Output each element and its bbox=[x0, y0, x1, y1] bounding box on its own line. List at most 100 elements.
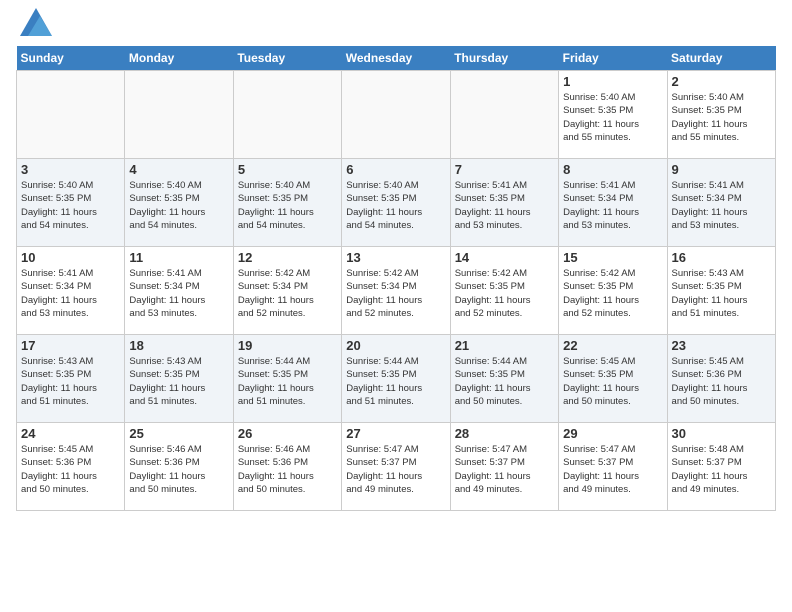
day-number: 11 bbox=[129, 250, 228, 265]
day-number: 1 bbox=[563, 74, 662, 89]
day-info: Sunrise: 5:45 AM Sunset: 5:36 PM Dayligh… bbox=[21, 443, 120, 496]
calendar-cell: 1 Sunrise: 5:40 AM Sunset: 5:35 PM Daylig… bbox=[559, 71, 667, 159]
day-info: Sunrise: 5:41 AM Sunset: 5:34 PM Dayligh… bbox=[672, 179, 771, 232]
week-row-4: 17 Sunrise: 5:43 AM Sunset: 5:35 PM Dayli… bbox=[17, 335, 776, 423]
calendar-cell: 25 Sunrise: 5:46 AM Sunset: 5:36 PM Dayli… bbox=[125, 423, 233, 511]
week-row-3: 10 Sunrise: 5:41 AM Sunset: 5:34 PM Dayli… bbox=[17, 247, 776, 335]
day-info: Sunrise: 5:41 AM Sunset: 5:34 PM Dayligh… bbox=[563, 179, 662, 232]
day-info: Sunrise: 5:45 AM Sunset: 5:35 PM Dayligh… bbox=[563, 355, 662, 408]
day-number: 15 bbox=[563, 250, 662, 265]
page-header bbox=[16, 16, 776, 38]
day-number: 5 bbox=[238, 162, 337, 177]
day-number: 10 bbox=[21, 250, 120, 265]
day-number: 3 bbox=[21, 162, 120, 177]
calendar-cell: 8 Sunrise: 5:41 AM Sunset: 5:34 PM Daylig… bbox=[559, 159, 667, 247]
calendar-cell bbox=[125, 71, 233, 159]
day-info: Sunrise: 5:40 AM Sunset: 5:35 PM Dayligh… bbox=[238, 179, 337, 232]
day-number: 2 bbox=[672, 74, 771, 89]
day-number: 9 bbox=[672, 162, 771, 177]
day-info: Sunrise: 5:48 AM Sunset: 5:37 PM Dayligh… bbox=[672, 443, 771, 496]
day-info: Sunrise: 5:43 AM Sunset: 5:35 PM Dayligh… bbox=[672, 267, 771, 320]
day-number: 30 bbox=[672, 426, 771, 441]
calendar-cell: 10 Sunrise: 5:41 AM Sunset: 5:34 PM Dayli… bbox=[17, 247, 125, 335]
day-number: 27 bbox=[346, 426, 445, 441]
calendar-cell: 22Sunrise: 5:45 AM Sunset: 5:35 PM Dayli… bbox=[559, 335, 667, 423]
day-number: 19 bbox=[238, 338, 337, 353]
day-number: 26 bbox=[238, 426, 337, 441]
calendar-cell: 24 Sunrise: 5:45 AM Sunset: 5:36 PM Dayli… bbox=[17, 423, 125, 511]
logo bbox=[16, 16, 52, 38]
day-info: Sunrise: 5:40 AM Sunset: 5:35 PM Dayligh… bbox=[21, 179, 120, 232]
calendar-cell: 7 Sunrise: 5:41 AM Sunset: 5:35 PM Daylig… bbox=[450, 159, 558, 247]
calendar-cell bbox=[233, 71, 341, 159]
day-info: Sunrise: 5:41 AM Sunset: 5:34 PM Dayligh… bbox=[129, 267, 228, 320]
day-number: 23 bbox=[672, 338, 771, 353]
day-info: Sunrise: 5:47 AM Sunset: 5:37 PM Dayligh… bbox=[455, 443, 554, 496]
day-info: Sunrise: 5:47 AM Sunset: 5:37 PM Dayligh… bbox=[346, 443, 445, 496]
calendar-cell: 13Sunrise: 5:42 AM Sunset: 5:34 PM Dayli… bbox=[342, 247, 450, 335]
day-info: Sunrise: 5:45 AM Sunset: 5:36 PM Dayligh… bbox=[672, 355, 771, 408]
day-info: Sunrise: 5:42 AM Sunset: 5:35 PM Dayligh… bbox=[563, 267, 662, 320]
calendar-cell: 30 Sunrise: 5:48 AM Sunset: 5:37 PM Dayli… bbox=[667, 423, 775, 511]
weekday-header-friday: Friday bbox=[559, 46, 667, 71]
calendar-cell: 15 Sunrise: 5:42 AM Sunset: 5:35 PM Dayli… bbox=[559, 247, 667, 335]
day-info: Sunrise: 5:40 AM Sunset: 5:35 PM Dayligh… bbox=[129, 179, 228, 232]
day-info: Sunrise: 5:40 AM Sunset: 5:35 PM Dayligh… bbox=[563, 91, 662, 144]
day-number: 14 bbox=[455, 250, 554, 265]
calendar-cell: 6Sunrise: 5:40 AM Sunset: 5:35 PM Daylig… bbox=[342, 159, 450, 247]
calendar-cell: 19Sunrise: 5:44 AM Sunset: 5:35 PM Dayli… bbox=[233, 335, 341, 423]
day-number: 29 bbox=[563, 426, 662, 441]
calendar-cell bbox=[450, 71, 558, 159]
day-number: 8 bbox=[563, 162, 662, 177]
day-info: Sunrise: 5:41 AM Sunset: 5:34 PM Dayligh… bbox=[21, 267, 120, 320]
calendar-cell: 17 Sunrise: 5:43 AM Sunset: 5:35 PM Dayli… bbox=[17, 335, 125, 423]
day-number: 21 bbox=[455, 338, 554, 353]
calendar-cell: 12Sunrise: 5:42 AM Sunset: 5:34 PM Dayli… bbox=[233, 247, 341, 335]
day-info: Sunrise: 5:44 AM Sunset: 5:35 PM Dayligh… bbox=[455, 355, 554, 408]
day-info: Sunrise: 5:47 AM Sunset: 5:37 PM Dayligh… bbox=[563, 443, 662, 496]
calendar-cell: 9 Sunrise: 5:41 AM Sunset: 5:34 PM Daylig… bbox=[667, 159, 775, 247]
calendar-cell: 28 Sunrise: 5:47 AM Sunset: 5:37 PM Dayli… bbox=[450, 423, 558, 511]
calendar-cell bbox=[342, 71, 450, 159]
day-number: 24 bbox=[21, 426, 120, 441]
week-row-1: 1 Sunrise: 5:40 AM Sunset: 5:35 PM Daylig… bbox=[17, 71, 776, 159]
calendar-cell: 14 Sunrise: 5:42 AM Sunset: 5:35 PM Dayli… bbox=[450, 247, 558, 335]
day-number: 28 bbox=[455, 426, 554, 441]
day-number: 20 bbox=[346, 338, 445, 353]
calendar-cell: 2 Sunrise: 5:40 AM Sunset: 5:35 PM Daylig… bbox=[667, 71, 775, 159]
weekday-header-row: SundayMondayTuesdayWednesdayThursdayFrid… bbox=[17, 46, 776, 71]
day-info: Sunrise: 5:42 AM Sunset: 5:34 PM Dayligh… bbox=[238, 267, 337, 320]
calendar-cell bbox=[17, 71, 125, 159]
day-number: 6 bbox=[346, 162, 445, 177]
calendar-cell: 4Sunrise: 5:40 AM Sunset: 5:35 PM Daylig… bbox=[125, 159, 233, 247]
day-info: Sunrise: 5:42 AM Sunset: 5:34 PM Dayligh… bbox=[346, 267, 445, 320]
calendar-cell: 18 Sunrise: 5:43 AM Sunset: 5:35 PM Dayli… bbox=[125, 335, 233, 423]
calendar-cell: 20Sunrise: 5:44 AM Sunset: 5:35 PM Dayli… bbox=[342, 335, 450, 423]
calendar-cell: 11 Sunrise: 5:41 AM Sunset: 5:34 PM Dayli… bbox=[125, 247, 233, 335]
day-info: Sunrise: 5:41 AM Sunset: 5:35 PM Dayligh… bbox=[455, 179, 554, 232]
day-number: 17 bbox=[21, 338, 120, 353]
calendar-cell: 3 Sunrise: 5:40 AM Sunset: 5:35 PM Daylig… bbox=[17, 159, 125, 247]
weekday-header-sunday: Sunday bbox=[17, 46, 125, 71]
calendar-cell: 23 Sunrise: 5:45 AM Sunset: 5:36 PM Dayli… bbox=[667, 335, 775, 423]
day-number: 25 bbox=[129, 426, 228, 441]
week-row-5: 24 Sunrise: 5:45 AM Sunset: 5:36 PM Dayli… bbox=[17, 423, 776, 511]
weekday-header-thursday: Thursday bbox=[450, 46, 558, 71]
calendar-cell: 27 Sunrise: 5:47 AM Sunset: 5:37 PM Dayli… bbox=[342, 423, 450, 511]
day-info: Sunrise: 5:46 AM Sunset: 5:36 PM Dayligh… bbox=[129, 443, 228, 496]
week-row-2: 3 Sunrise: 5:40 AM Sunset: 5:35 PM Daylig… bbox=[17, 159, 776, 247]
calendar-cell: 5 Sunrise: 5:40 AM Sunset: 5:35 PM Daylig… bbox=[233, 159, 341, 247]
weekday-header-saturday: Saturday bbox=[667, 46, 775, 71]
day-number: 18 bbox=[129, 338, 228, 353]
calendar-cell: 16Sunrise: 5:43 AM Sunset: 5:35 PM Dayli… bbox=[667, 247, 775, 335]
day-info: Sunrise: 5:46 AM Sunset: 5:36 PM Dayligh… bbox=[238, 443, 337, 496]
weekday-header-tuesday: Tuesday bbox=[233, 46, 341, 71]
weekday-header-monday: Monday bbox=[125, 46, 233, 71]
day-info: Sunrise: 5:40 AM Sunset: 5:35 PM Dayligh… bbox=[672, 91, 771, 144]
calendar-table: SundayMondayTuesdayWednesdayThursdayFrid… bbox=[16, 46, 776, 511]
day-info: Sunrise: 5:42 AM Sunset: 5:35 PM Dayligh… bbox=[455, 267, 554, 320]
logo-icon bbox=[20, 8, 52, 36]
day-info: Sunrise: 5:43 AM Sunset: 5:35 PM Dayligh… bbox=[129, 355, 228, 408]
day-info: Sunrise: 5:43 AM Sunset: 5:35 PM Dayligh… bbox=[21, 355, 120, 408]
day-number: 7 bbox=[455, 162, 554, 177]
